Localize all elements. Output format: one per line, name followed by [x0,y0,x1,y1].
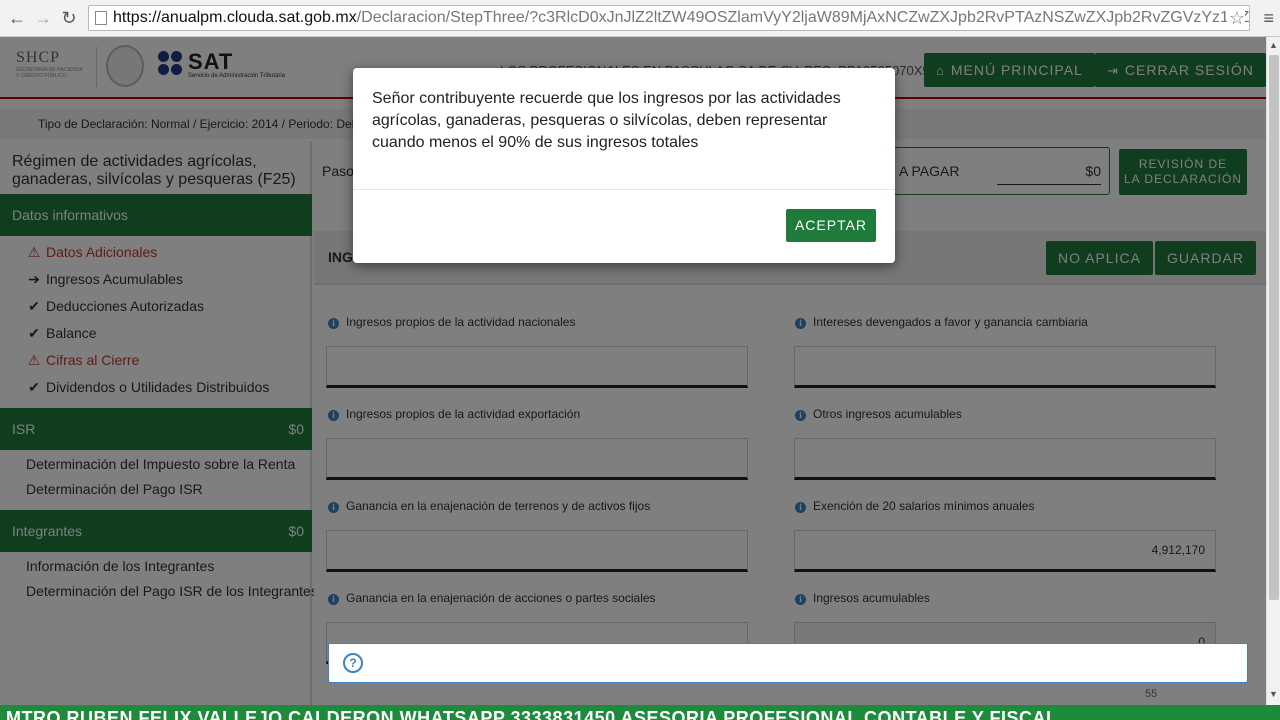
scrollbar-thumb[interactable] [1269,55,1279,600]
alert-dialog: Señor contribuyente recuerde que los ing… [353,68,895,263]
help-bar[interactable]: ? [328,643,1248,683]
address-bar[interactable]: https://anualpm.clouda.sat.gob.mx/Declar… [88,5,1250,31]
url-path: /Declaracion/StepThree/?c3RlcD0xJnJlZ2lt… [356,9,1249,26]
dialog-message: Señor contribuyente recuerde que los ing… [372,90,841,151]
page-number: 55 [1145,688,1158,700]
url-host: https://anualpm.clouda.sat.gob.mx [113,9,357,26]
reload-icon[interactable]: ↻ [58,6,80,30]
vertical-scrollbar[interactable]: ▲ ▼ [1266,37,1280,705]
help-icon[interactable]: ? [343,653,363,673]
forward-icon[interactable]: → [32,6,54,30]
dialog-divider [353,189,895,190]
scroll-up-icon[interactable]: ▲ [1269,40,1278,50]
accept-button[interactable]: ACEPTAR [786,209,876,242]
back-icon[interactable]: ← [6,6,28,30]
browser-menu-icon[interactable]: ≡ [1263,8,1274,29]
browser-toolbar: ← → ↻ https://anualpm.clouda.sat.gob.mx/… [0,0,1280,37]
bookmark-star-icon[interactable]: ☆ [1226,6,1245,30]
promo-banner: MTRO RUBEN FELIX VALLEJO CALDERON WHATSA… [0,705,1280,720]
scroll-down-icon[interactable]: ▼ [1269,689,1278,699]
page-icon [95,11,107,25]
